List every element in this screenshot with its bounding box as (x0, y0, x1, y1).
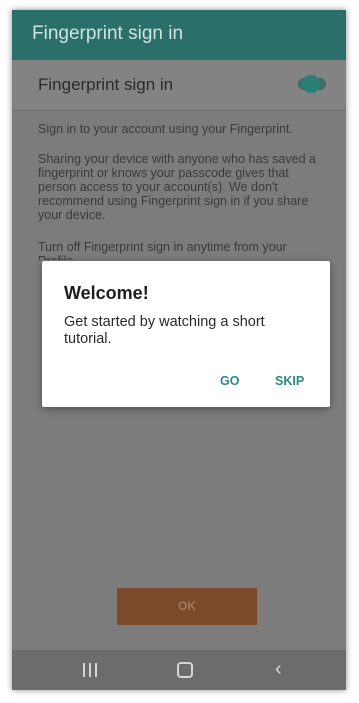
description-paragraph-2: Sharing your device with anyone who has … (38, 152, 316, 222)
go-button[interactable]: GO (220, 374, 239, 388)
skip-button[interactable]: SKIP (275, 374, 304, 388)
description-paragraph-1: Sign in to your account using your Finge… (38, 122, 293, 136)
description-paragraph-3: Turn off Fingerprint sign in anytime fro… (38, 240, 287, 260)
dialog-title: Welcome! (64, 283, 149, 303)
setting-label: Fingerprint sign in (38, 75, 174, 94)
app-bar: Fingerprint sign in (12, 10, 346, 60)
welcome-dialog: Welcome! Get started by watching a short… (42, 261, 330, 407)
toggle-knob[interactable] (302, 75, 320, 93)
dialog-body: Get started by watching a short tutorial… (64, 314, 265, 347)
home-icon[interactable] (177, 662, 193, 678)
fingerprint-setting-row[interactable]: Fingerprint sign in (12, 60, 346, 111)
back-icon[interactable]: ‹ (275, 659, 282, 679)
recent-apps-icon[interactable] (83, 663, 99, 677)
phone-screen: Fingerprint sign in Fingerprint sign in … (12, 10, 346, 690)
app-bar-title: Fingerprint sign in (32, 23, 184, 44)
ok-button[interactable]: OK (117, 588, 257, 625)
